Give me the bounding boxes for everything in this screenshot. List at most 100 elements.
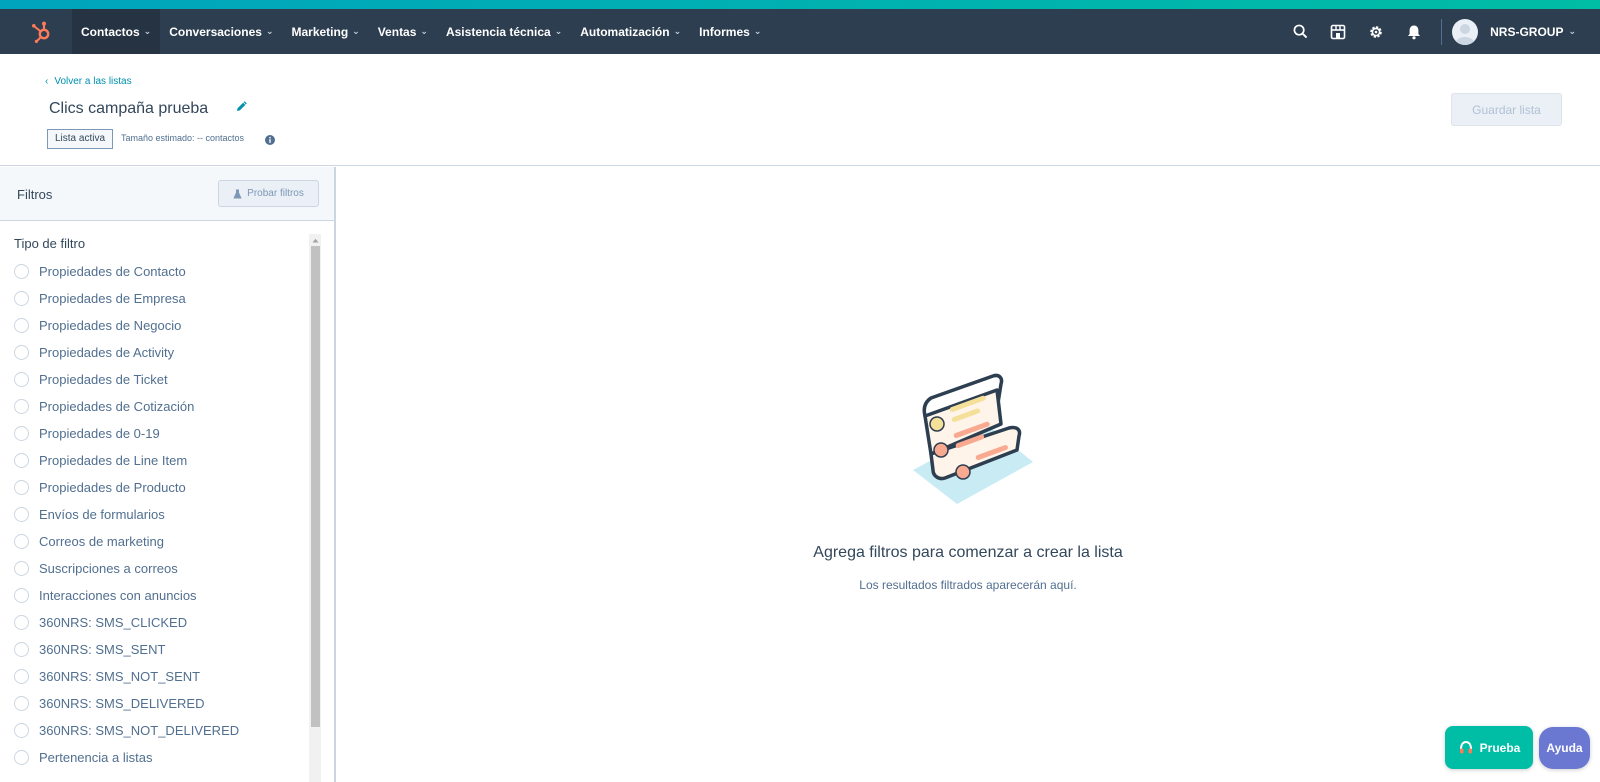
filter-type-option[interactable]: Correos de marketing: [14, 528, 304, 555]
marketplace-icon[interactable]: [1319, 9, 1357, 54]
filter-type-label: Propiedades de Empresa: [39, 291, 186, 306]
filter-type-option[interactable]: 360NRS: SMS_NOT_SENT: [14, 663, 304, 690]
filter-type-label: 360NRS: SMS_DELIVERED: [39, 696, 205, 711]
filter-type-option[interactable]: Interacciones con anuncios: [14, 582, 304, 609]
top-accent-strip: [0, 0, 1600, 9]
page-title: Clics campaña prueba: [49, 100, 209, 117]
empty-state-subtitle: Los resultados filtrados aparecerán aquí…: [859, 578, 1077, 592]
nav-item-4[interactable]: Asistencia técnica ⌄: [437, 9, 571, 54]
info-icon[interactable]: [265, 132, 275, 145]
nav-divider: [1441, 18, 1443, 45]
filter-type-option[interactable]: Suscripciones a correos: [14, 555, 304, 582]
chevron-down-icon: ⌄: [673, 26, 682, 36]
nav-item-3[interactable]: Ventas ⌄: [369, 9, 437, 54]
radio-button[interactable]: [14, 480, 29, 495]
filter-type-label: Envíos de formularios: [39, 507, 165, 522]
nav-item-label: Automatización: [580, 24, 670, 39]
filter-type-label: Propiedades de Ticket: [39, 372, 168, 387]
search-icon[interactable]: [1281, 9, 1319, 54]
filter-type-list: Propiedades de Contacto Propiedades de Em…: [14, 258, 304, 771]
radio-button[interactable]: [14, 291, 29, 306]
radio-button[interactable]: [14, 669, 29, 684]
filter-type-option[interactable]: 360NRS: SMS_CLICKED: [14, 609, 304, 636]
nav-item-label: Conversaciones: [169, 24, 262, 39]
radio-button[interactable]: [14, 561, 29, 576]
radio-button[interactable]: [14, 264, 29, 279]
chevron-down-icon: ⌄: [265, 26, 274, 36]
nav-item-5[interactable]: Automatización ⌄: [571, 9, 690, 54]
sidebar-scrollbar[interactable]: [309, 234, 321, 782]
filter-type-option[interactable]: 360NRS: SMS_SENT: [14, 636, 304, 663]
nav-utilities: NRS-GROUP ⌄: [1281, 9, 1600, 54]
filter-type-option[interactable]: Propiedades de Negocio: [14, 312, 304, 339]
filters-title: Filtros: [17, 187, 53, 202]
radio-button[interactable]: [14, 534, 29, 549]
radio-button[interactable]: [14, 723, 29, 738]
filter-type-label: 360NRS: SMS_NOT_SENT: [39, 669, 201, 684]
nav-item-label: Ventas: [377, 24, 417, 39]
estimated-size-text: Tamaño estimado: -- contactos: [121, 133, 245, 143]
help-button[interactable]: Ayuda: [1539, 727, 1590, 769]
radio-button[interactable]: [14, 453, 29, 468]
filter-type-option[interactable]: Propiedades de Ticket: [14, 366, 304, 393]
filter-type-option[interactable]: Propiedades de Producto: [14, 474, 304, 501]
chevron-down-icon: ⌄: [352, 26, 360, 36]
test-filters-label: Probar filtros: [247, 188, 304, 199]
avatar: [1452, 18, 1479, 45]
filter-type-title: Tipo de filtro: [14, 236, 86, 251]
chevron-left-icon: ‹: [45, 76, 49, 87]
scroll-up-arrow-icon[interactable]: [309, 234, 321, 246]
radio-button[interactable]: [14, 507, 29, 522]
notifications-bell-icon[interactable]: [1395, 9, 1433, 54]
radio-button[interactable]: [14, 426, 29, 441]
filter-type-option[interactable]: 360NRS: SMS_DELIVERED: [14, 690, 304, 717]
radio-button[interactable]: [14, 345, 29, 360]
main-menu: Contactos ⌄ Conversaciones ⌄ Marketing ⌄ Venta…: [72, 9, 770, 54]
filter-type-label: Suscripciones a correos: [39, 561, 178, 576]
nav-item-1[interactable]: Conversaciones ⌄: [160, 9, 282, 54]
filter-type-label: Propiedades de Cotización: [39, 399, 195, 414]
filter-type-option[interactable]: Propiedades de Empresa: [14, 285, 304, 312]
filter-type-option[interactable]: Propiedades de Contacto: [14, 258, 304, 285]
filter-type-option[interactable]: Propiedades de Line Item: [14, 447, 304, 474]
nav-item-label: Contactos: [81, 24, 140, 39]
filter-type-label: Pertenencia a listas: [39, 750, 153, 765]
filter-type-option[interactable]: Pertenencia a listas: [14, 744, 304, 771]
test-filters-button[interactable]: Probar filtros: [218, 180, 319, 207]
edit-pencil-icon[interactable]: [235, 99, 251, 115]
radio-button[interactable]: [14, 642, 29, 657]
nav-item-0[interactable]: Contactos ⌄: [72, 9, 161, 54]
filters-sidebar: Filtros Probar filtros Tipo de filtro Pr…: [0, 167, 336, 782]
radio-button[interactable]: [14, 318, 29, 333]
filters-panel-header: Filtros Probar filtros: [0, 167, 334, 221]
trial-button[interactable]: Prueba: [1445, 726, 1533, 769]
filter-type-label: 360NRS: SMS_CLICKED: [39, 615, 188, 630]
filter-type-option[interactable]: Envíos de formularios: [14, 501, 304, 528]
filter-type-option[interactable]: 360NRS: SMS_NOT_DELIVERED: [14, 717, 304, 744]
save-list-button[interactable]: Guardar lista: [1451, 93, 1562, 126]
filter-type-option[interactable]: Propiedades de Activity: [14, 339, 304, 366]
nav-item-6[interactable]: Informes ⌄: [690, 9, 770, 54]
nav-item-label: Informes: [699, 24, 750, 39]
radio-button[interactable]: [14, 696, 29, 711]
radio-button[interactable]: [14, 588, 29, 603]
filter-type-label: Propiedades de Producto: [39, 480, 186, 495]
headset-icon: [1459, 740, 1472, 753]
radio-button[interactable]: [14, 750, 29, 765]
empty-state-illustration: [905, 372, 1037, 504]
back-to-lists-link[interactable]: ‹ Volver a las listas: [45, 76, 132, 87]
filter-type-option[interactable]: Propiedades de 0-19: [14, 420, 304, 447]
filter-type-label: 360NRS: SMS_SENT: [39, 642, 166, 657]
top-navigation-bar: Contactos ⌄ Conversaciones ⌄ Marketing ⌄ Venta…: [0, 9, 1600, 54]
radio-button[interactable]: [14, 399, 29, 414]
nav-item-label: Marketing: [291, 24, 349, 39]
scrollbar-thumb[interactable]: [311, 246, 320, 727]
nav-item-2[interactable]: Marketing ⌄: [282, 9, 368, 54]
account-menu[interactable]: NRS-GROUP ⌄: [1452, 18, 1576, 45]
radio-button[interactable]: [14, 615, 29, 630]
radio-button[interactable]: [14, 372, 29, 387]
filter-type-label: Propiedades de Negocio: [39, 318, 182, 333]
hubspot-sprocket-icon[interactable]: [20, 9, 64, 54]
filter-type-option[interactable]: Propiedades de Cotización: [14, 393, 304, 420]
settings-gear-icon[interactable]: [1357, 9, 1395, 54]
